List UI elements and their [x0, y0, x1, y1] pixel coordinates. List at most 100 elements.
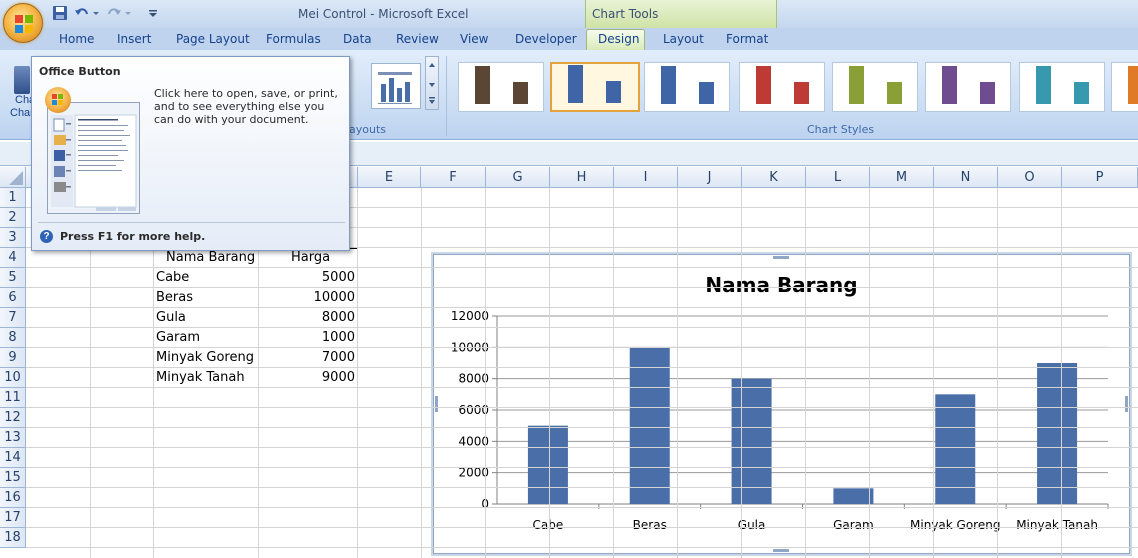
column-header-e[interactable]: E — [358, 167, 421, 188]
table-cell-item[interactable]: Gula — [156, 308, 186, 328]
row-header-5[interactable]: 5 — [0, 268, 26, 288]
chart-style-5[interactable] — [832, 62, 918, 112]
change-chart-type-icon[interactable] — [14, 66, 30, 94]
column-header-j[interactable]: J — [678, 167, 742, 188]
table-header-price[interactable]: Harga — [291, 248, 330, 268]
chart-style-6[interactable] — [925, 62, 1011, 112]
layouts-scroll[interactable] — [425, 56, 439, 110]
column-header-i[interactable]: I — [614, 167, 678, 188]
chart-bar-cabe[interactable] — [527, 425, 568, 504]
row-header-15[interactable]: 15 — [0, 468, 26, 488]
undo-icon[interactable] — [74, 5, 90, 21]
table-cell-price[interactable]: 10000 — [259, 288, 355, 308]
table-cell-item[interactable]: Cabe — [156, 268, 189, 288]
style-bar — [756, 66, 771, 104]
row-header-16[interactable]: 16 — [0, 488, 26, 508]
row-header-2[interactable]: 2 — [0, 208, 26, 228]
chart-style-3[interactable] — [644, 62, 730, 112]
row-header-17[interactable]: 17 — [0, 508, 26, 528]
chart-style-4[interactable] — [739, 62, 825, 112]
row-header-12[interactable]: 12 — [0, 408, 26, 428]
chart-bar-gula[interactable] — [731, 378, 772, 504]
row-header-18[interactable]: 18 — [0, 528, 26, 548]
title-bar — [0, 0, 1138, 28]
column-chart[interactable]: 020004000600080001000012000CabeBerasGula… — [433, 254, 1130, 554]
style-bar — [942, 66, 957, 104]
table-cell-price[interactable]: 8000 — [259, 308, 355, 328]
tab-developer[interactable]: Developer — [515, 32, 577, 46]
redo-icon[interactable] — [106, 5, 122, 21]
save-icon[interactable] — [52, 5, 68, 21]
select-all-corner[interactable] — [0, 167, 26, 188]
chart-resize-handle[interactable] — [773, 549, 789, 552]
tab-page-layout[interactable]: Page Layout — [176, 32, 250, 46]
chart-style-7[interactable] — [1019, 62, 1105, 112]
grid-hline — [26, 447, 1138, 448]
chart-style-1[interactable] — [458, 62, 544, 112]
grid-hline — [26, 487, 1138, 488]
table-cell-price[interactable]: 9000 — [259, 368, 355, 388]
tab-formulas[interactable]: Formulas — [266, 32, 321, 46]
tab-design[interactable]: Design — [598, 32, 639, 46]
tab-review[interactable]: Review — [396, 32, 439, 46]
tab-layout[interactable]: Layout — [663, 32, 704, 46]
customize-qat-icon[interactable] — [148, 5, 158, 21]
grid-vline — [741, 188, 742, 558]
column-header-p[interactable]: P — [1062, 167, 1138, 188]
style-bar — [475, 66, 490, 104]
row-header-4[interactable]: 4 — [0, 248, 26, 268]
chart-bar-minyak-tanah[interactable] — [1037, 363, 1078, 504]
chart-resize-handle[interactable] — [773, 256, 789, 259]
column-header-o[interactable]: O — [998, 167, 1062, 188]
tooltip-body: Click here to open, save, or print, and … — [154, 87, 338, 126]
column-header-g[interactable]: G — [486, 167, 550, 188]
tab-view[interactable]: View — [460, 32, 488, 46]
column-header-n[interactable]: N — [934, 167, 998, 188]
chart-bar-beras[interactable] — [629, 347, 670, 504]
office-button[interactable] — [3, 3, 43, 43]
redo-dropdown-icon[interactable] — [124, 5, 132, 21]
table-cell-price[interactable]: 7000 — [259, 348, 355, 368]
row-header-9[interactable]: 9 — [0, 348, 26, 368]
grid-vline — [997, 188, 998, 558]
column-header-h[interactable]: H — [550, 167, 614, 188]
column-header-k[interactable]: K — [742, 167, 806, 188]
tab-data[interactable]: Data — [343, 32, 372, 46]
table-cell-item[interactable]: Minyak Tanah — [156, 368, 245, 388]
table-header-item[interactable]: Nama Barang — [166, 248, 255, 268]
style-bar — [606, 81, 621, 103]
chart-resize-handle[interactable] — [435, 396, 438, 412]
style-bar — [699, 82, 714, 104]
table-cell-item[interactable]: Garam — [156, 328, 200, 348]
tab-home[interactable]: Home — [59, 32, 94, 46]
chart-bar-garam[interactable] — [833, 488, 874, 504]
row-header-13[interactable]: 13 — [0, 428, 26, 448]
column-header-m[interactable]: M — [870, 167, 934, 188]
table-cell-item[interactable]: Beras — [156, 288, 193, 308]
table-cell-price[interactable]: 5000 — [259, 268, 355, 288]
row-header-11[interactable]: 11 — [0, 388, 26, 408]
undo-dropdown-icon[interactable] — [92, 5, 100, 21]
chart-style-8[interactable] — [1111, 62, 1138, 112]
style-bar — [849, 66, 864, 104]
chart-resize-handle[interactable] — [1125, 396, 1128, 412]
table-cell-item[interactable]: Minyak Goreng — [156, 348, 254, 368]
row-header-3[interactable]: 3 — [0, 228, 26, 248]
row-header-1[interactable]: 1 — [0, 188, 26, 208]
tooltip-help: Press F1 for more help. — [60, 230, 206, 243]
column-header-f[interactable]: F — [421, 167, 486, 188]
tab-format[interactable]: Format — [726, 32, 768, 46]
chart-style-2[interactable] — [550, 62, 640, 112]
tab-insert[interactable]: Insert — [117, 32, 151, 46]
row-header-8[interactable]: 8 — [0, 328, 26, 348]
table-cell-price[interactable]: 1000 — [259, 328, 355, 348]
column-header-l[interactable]: L — [806, 167, 870, 188]
row-header-6[interactable]: 6 — [0, 288, 26, 308]
tooltip-title: Office Button — [39, 65, 121, 78]
row-header-10[interactable]: 10 — [0, 368, 26, 388]
grid-hline — [26, 467, 1138, 468]
row-header-14[interactable]: 14 — [0, 448, 26, 468]
chart-layout-thumb[interactable] — [371, 63, 421, 109]
row-header-7[interactable]: 7 — [0, 308, 26, 328]
chart-title[interactable]: Nama Barang — [433, 273, 1130, 297]
